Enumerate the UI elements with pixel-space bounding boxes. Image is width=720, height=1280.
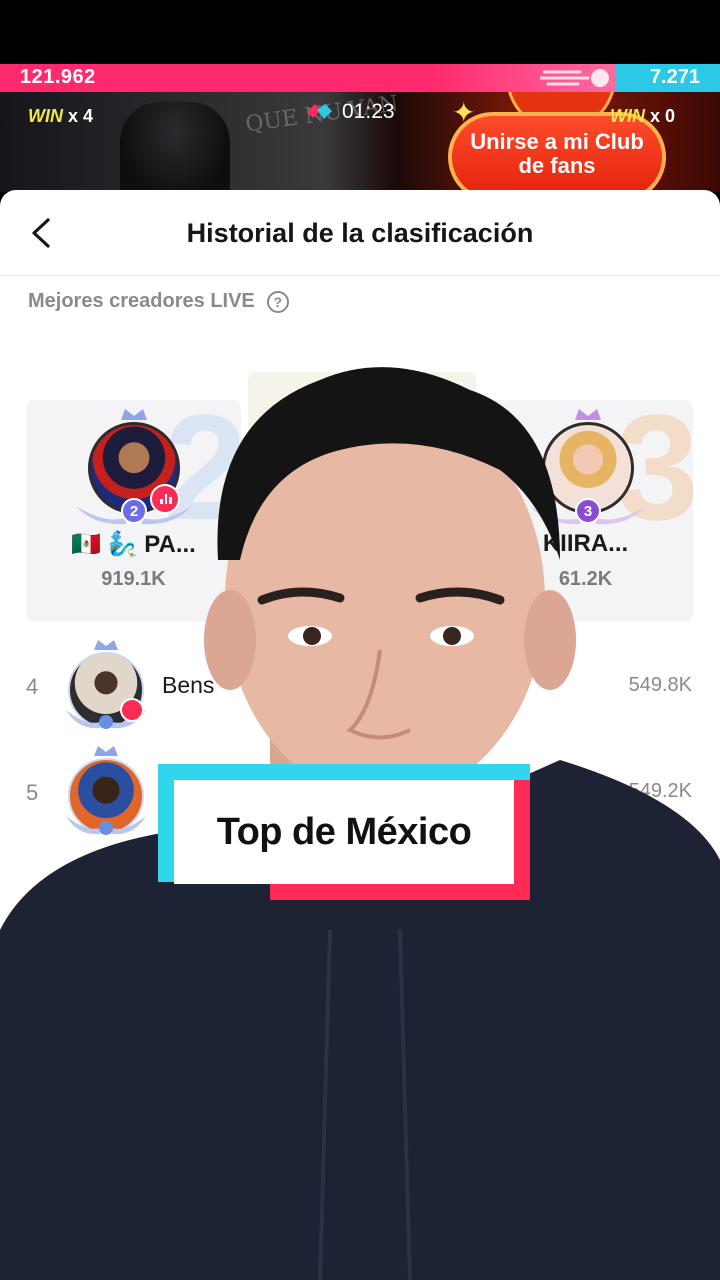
list-item[interactable]: 4 Bens 549.8K	[0, 640, 720, 740]
battle-gloves-icon	[307, 104, 332, 119]
battle-timer: 01:23	[304, 100, 395, 124]
crown-icon	[94, 746, 118, 756]
row-score: 549.2K	[628, 780, 692, 802]
podium-card-2[interactable]: 2 2 🇲🇽 🧞‍♂️ PA... 919.1K	[26, 400, 241, 622]
left-win-count: x 4	[68, 106, 94, 126]
crown-icon	[94, 640, 118, 650]
row-score: 549.8K	[628, 674, 692, 696]
podium-name-2: 🇲🇽 🧞‍♂️ PA...	[71, 531, 196, 558]
caption-box: Top de México	[174, 780, 514, 884]
section-header: Mejores creadores LIVE ?	[28, 290, 289, 313]
left-score: 121.962	[20, 66, 96, 88]
podium-score-2: 919.1K	[101, 568, 166, 590]
podium-name-3: KIIRA...	[542, 530, 629, 557]
left-win-badge: WIN x 4	[28, 106, 93, 127]
right-score: 7.271	[649, 66, 700, 88]
streamer-figure	[120, 102, 230, 192]
podium-score-3: 61.2K	[558, 568, 613, 590]
row-name: Bens	[162, 672, 215, 698]
rank-badge-3: 3	[575, 498, 601, 524]
flare-icon	[540, 69, 609, 87]
caption-text: Top de México	[216, 810, 472, 853]
battle-score-bar: 121.962 7.271	[0, 64, 720, 92]
right-win-word: WIN	[610, 106, 645, 126]
fan-club-line2: de fans	[518, 153, 596, 178]
live-stream-preview[interactable]: QUE NU VAN WIN x 4 01:23 ✦ Unirse a mi C…	[0, 92, 720, 192]
crown-icon	[575, 409, 601, 420]
help-icon[interactable]: ?	[266, 290, 289, 313]
fan-club-line1: Unirse a mi Club	[470, 129, 644, 154]
video-caption: Top de México	[158, 764, 530, 900]
crown-icon	[121, 409, 147, 420]
panel-header: Historial de la clasificación	[0, 190, 720, 276]
battle-left-bar: 121.962	[0, 64, 615, 92]
page-title: Historial de la clasificación	[186, 218, 534, 248]
podium-card-1[interactable]	[248, 372, 476, 622]
section-label: Mejores creadores LIVE	[28, 290, 255, 312]
ranking-history-panel: Historial de la clasificación Mejores cr…	[0, 190, 720, 1280]
wing-badge-icon	[66, 816, 146, 835]
timer-text: 01:23	[342, 100, 395, 123]
row-rank: 5	[26, 780, 39, 805]
rank-badge-2: 2	[121, 498, 147, 524]
live-indicator-icon	[150, 484, 180, 514]
right-win-count: x 0	[650, 106, 676, 126]
podium-card-3[interactable]: 3 3 KIIRA... 61.2K	[478, 400, 693, 622]
battle-right-bar: 7.271	[615, 64, 720, 92]
live-indicator-icon	[120, 698, 144, 722]
row-rank: 4	[26, 674, 39, 699]
left-win-word: WIN	[28, 106, 63, 126]
right-win-badge: WIN x 0	[610, 106, 675, 127]
